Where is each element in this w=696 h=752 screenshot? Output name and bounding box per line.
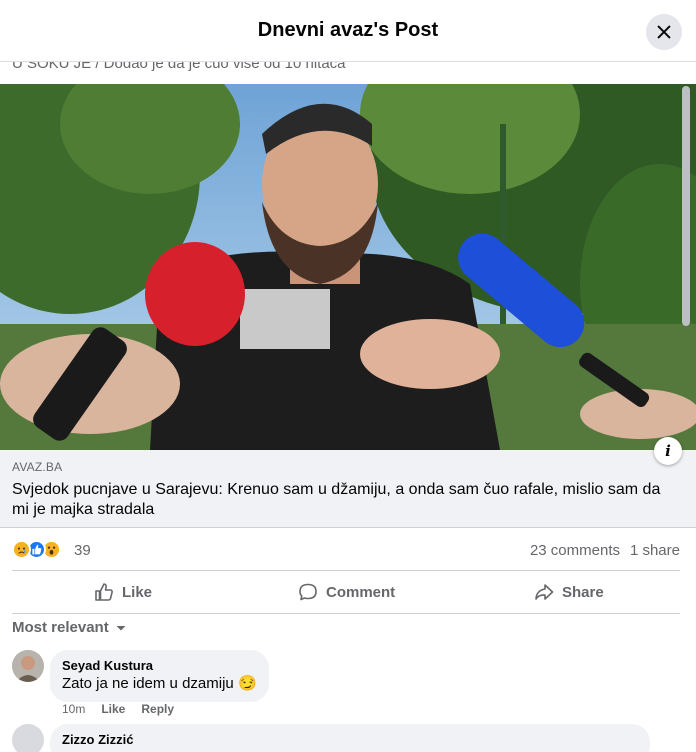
post-link-image[interactable] bbox=[0, 84, 696, 450]
comment-like-button[interactable]: Like bbox=[101, 702, 125, 716]
scrollbar[interactable] bbox=[682, 86, 690, 326]
comment-bubble: Seyad Kustura Zato ja ne idem u dzamiju … bbox=[50, 650, 269, 702]
sort-label: Most relevant bbox=[12, 619, 109, 636]
caret-down-icon bbox=[116, 625, 126, 630]
comment-item: Zizzo Zizzić bbox=[12, 724, 672, 752]
close-icon bbox=[657, 25, 671, 39]
like-label: Like bbox=[122, 583, 153, 601]
link-domain: AVAZ.BA bbox=[12, 460, 63, 474]
comment-text: Zato ja ne idem u dzamiju 😏 bbox=[62, 674, 257, 694]
thumbs-up-icon bbox=[95, 583, 113, 601]
comment-item: Seyad Kustura Zato ja ne idem u dzamiju … bbox=[12, 650, 672, 720]
comment-icon bbox=[299, 583, 317, 601]
news-photo bbox=[0, 84, 696, 450]
comment-time[interactable]: 10m bbox=[62, 702, 85, 716]
comment-author[interactable]: Seyad Kustura bbox=[62, 658, 257, 674]
link-title[interactable]: Svjedok pucnjave u Sarajevu: Krenuo sam … bbox=[12, 480, 672, 520]
close-button[interactable] bbox=[646, 14, 682, 50]
info-button[interactable]: i bbox=[654, 437, 682, 465]
comment-bubble: Zizzo Zizzić bbox=[50, 724, 650, 752]
comment-label: Comment bbox=[326, 583, 396, 601]
post-modal: Dnevni avaz's Post U ŠOKU JE / Dodao je … bbox=[0, 0, 696, 752]
reaction-count[interactable]: 39 bbox=[74, 542, 91, 559]
comments-count[interactable]: 23 comments bbox=[530, 542, 620, 559]
share-button[interactable]: Share bbox=[534, 571, 604, 613]
modal-header: Dnevni avaz's Post bbox=[0, 0, 696, 62]
comment-reply-button[interactable]: Reply bbox=[141, 702, 174, 716]
like-button[interactable]: Like bbox=[94, 571, 152, 613]
modal-title: Dnevni avaz's Post bbox=[257, 19, 439, 41]
post-actions: Like Comment Share bbox=[12, 570, 680, 614]
avatar[interactable] bbox=[12, 724, 44, 752]
comment-body: Zato ja ne idem u dzamiju bbox=[62, 675, 234, 692]
share-label: Share bbox=[562, 583, 604, 601]
avatar[interactable] bbox=[12, 650, 44, 682]
comment-meta: 10m Like Reply bbox=[62, 702, 174, 716]
sad-reaction-icon bbox=[12, 540, 31, 559]
comment-button[interactable]: Comment bbox=[298, 571, 395, 613]
reactions-summary: 39 23 comments 1 share bbox=[12, 538, 680, 562]
smirk-emoji-icon: 😏 bbox=[237, 675, 257, 692]
link-preview[interactable]: AVAZ.BA Svjedok pucnjave u Sarajevu: Kre… bbox=[0, 450, 696, 528]
comment-author[interactable]: Zizzo Zizzić bbox=[62, 732, 638, 748]
share-icon bbox=[535, 584, 554, 600]
reaction-icons[interactable] bbox=[12, 540, 72, 560]
shares-count[interactable]: 1 share bbox=[630, 542, 680, 559]
comments-sort-dropdown[interactable]: Most relevant bbox=[12, 619, 127, 636]
